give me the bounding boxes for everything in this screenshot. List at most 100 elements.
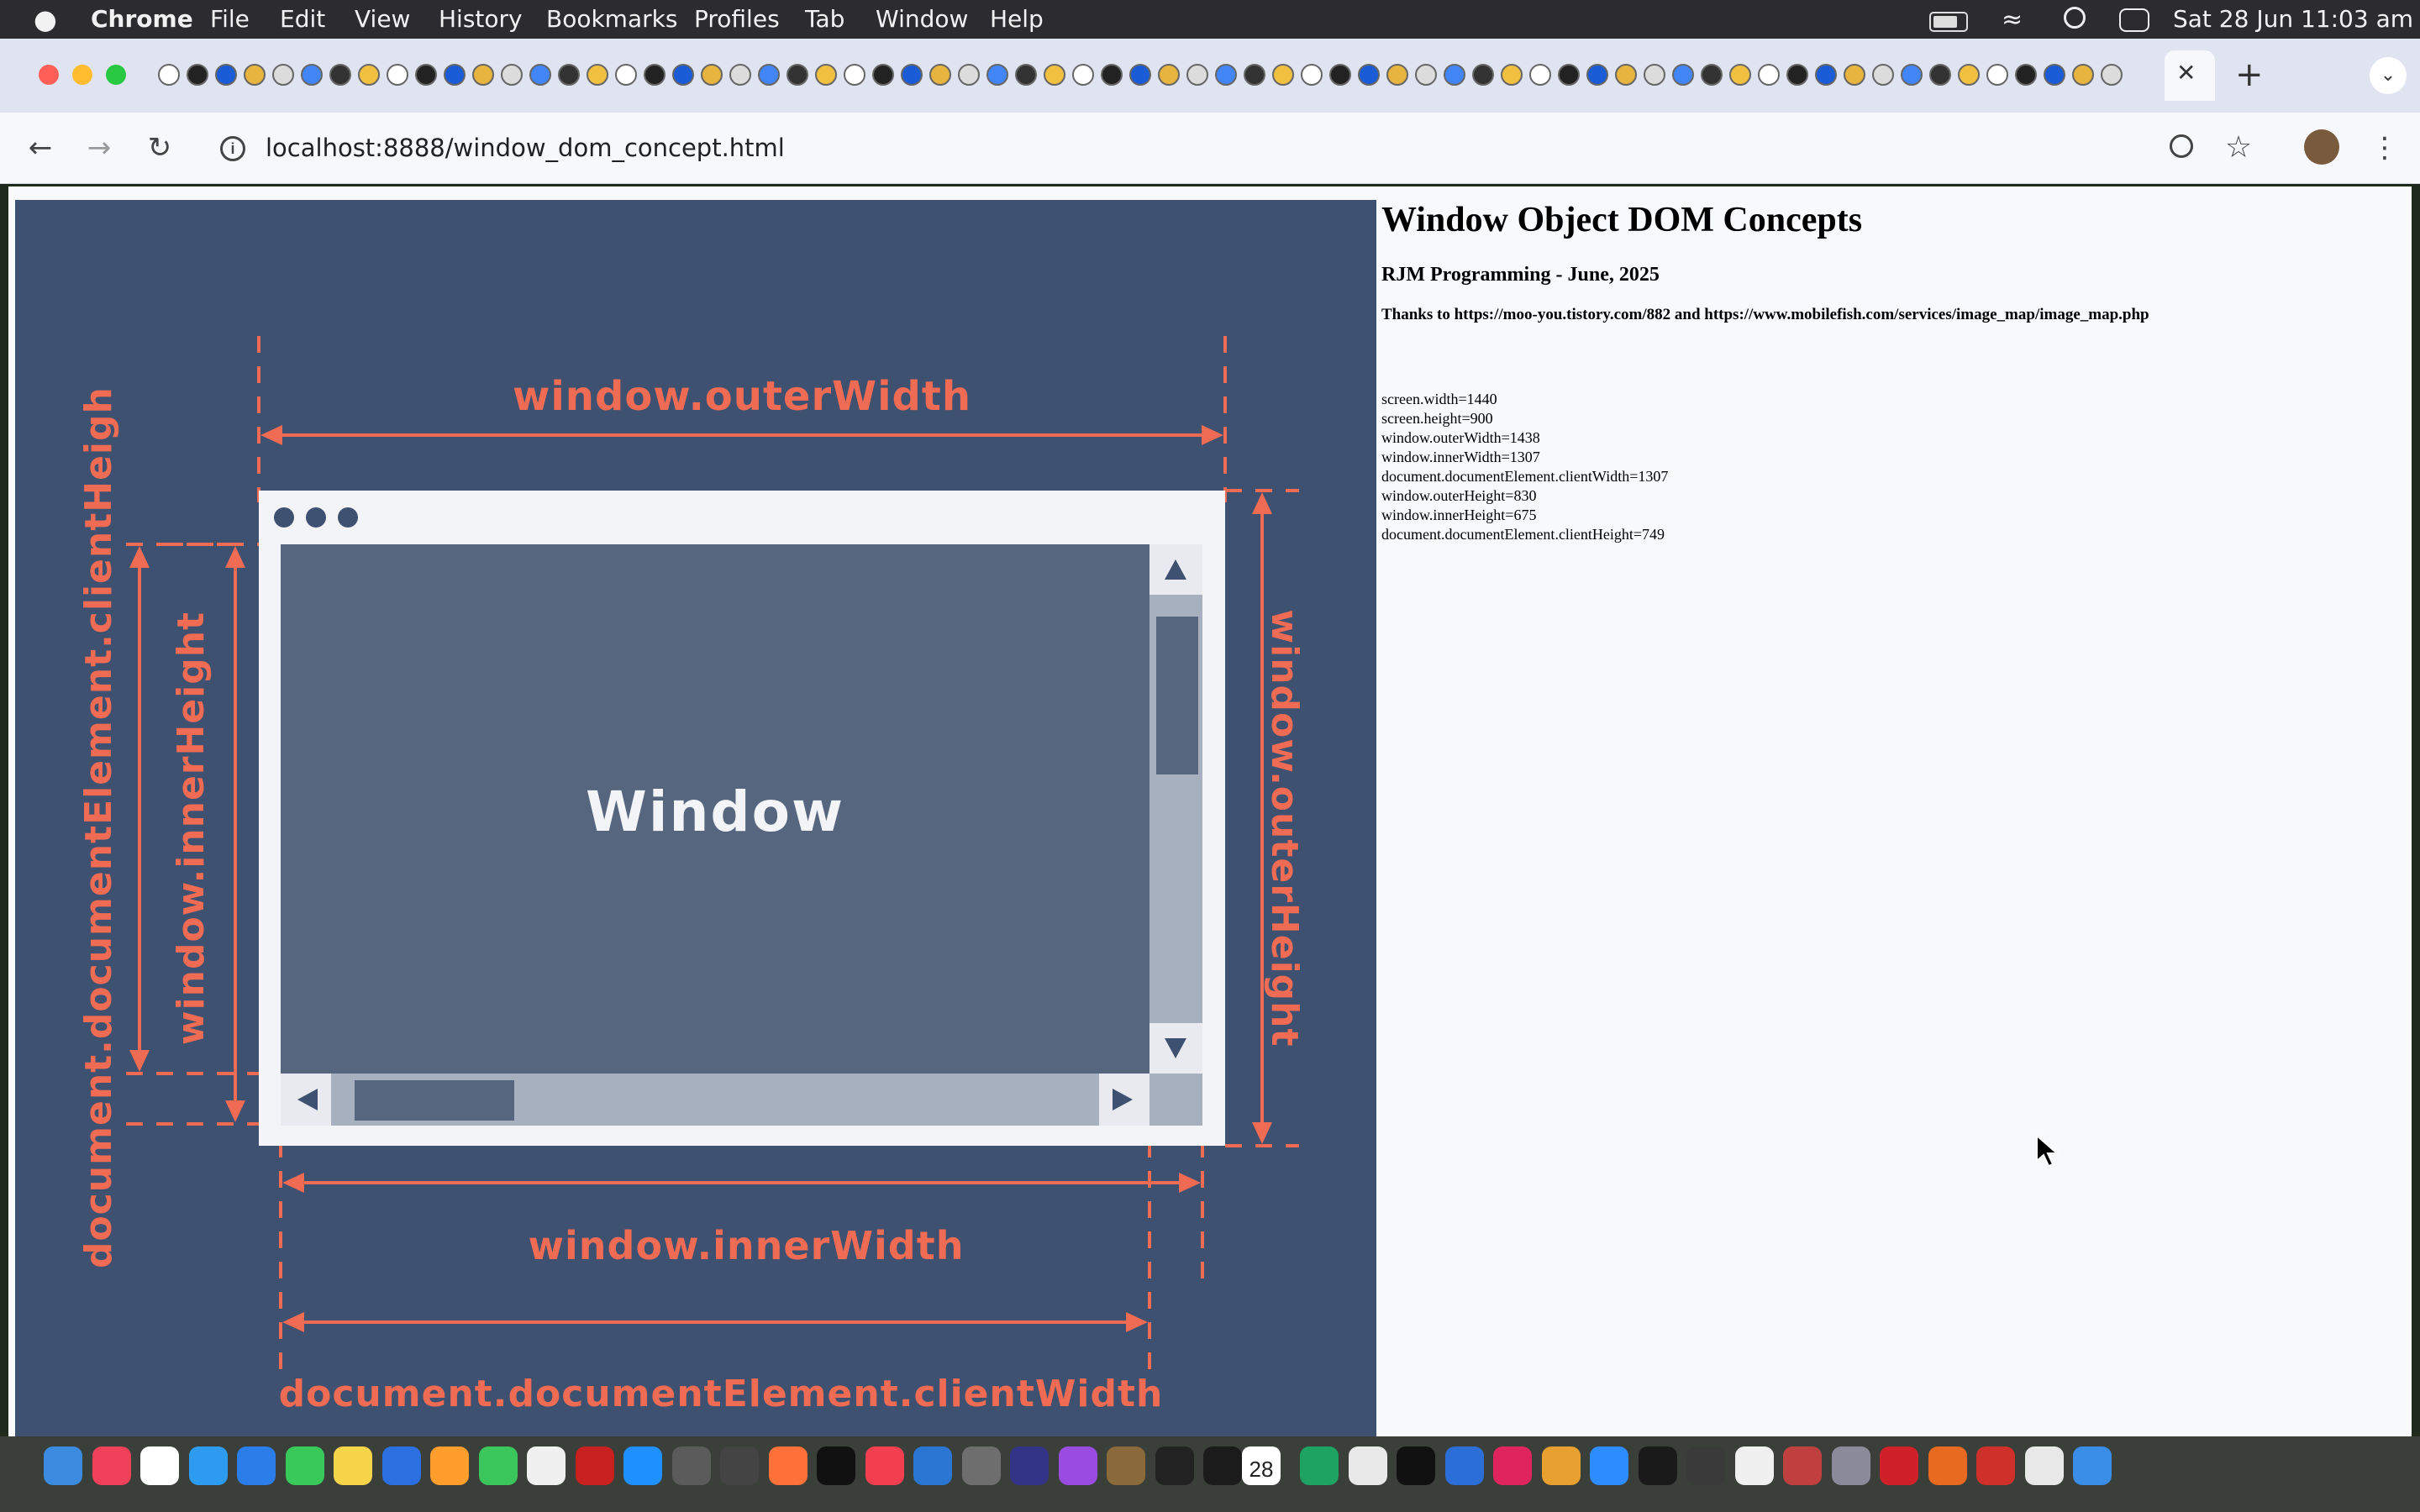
pinned-tab-favicon[interactable] xyxy=(786,64,808,86)
dock-app-icon[interactable] xyxy=(1300,1446,1339,1485)
new-tab-button[interactable]: + xyxy=(2235,55,2264,94)
pinned-tab-favicon[interactable] xyxy=(929,64,951,86)
close-tab-button[interactable]: ✕ xyxy=(2176,59,2196,87)
dock-app-icon[interactable] xyxy=(1107,1446,1145,1485)
pinned-tab-favicon[interactable] xyxy=(301,64,323,86)
dock-app-icon[interactable] xyxy=(1493,1446,1532,1485)
pinned-tab-favicon[interactable] xyxy=(1129,64,1151,86)
pinned-tab-favicon[interactable] xyxy=(672,64,694,86)
dock-app-icon[interactable] xyxy=(478,1446,518,1485)
pinned-tab-favicon[interactable] xyxy=(472,64,494,86)
dock-app-icon[interactable] xyxy=(1203,1446,1242,1485)
dock-app-icon[interactable] xyxy=(1590,1446,1628,1485)
pinned-tab-favicon[interactable] xyxy=(1044,64,1065,86)
back-arrow-icon[interactable]: ← xyxy=(24,131,57,165)
dock-app-icon[interactable] xyxy=(2073,1446,2112,1485)
pinned-tab-favicon[interactable] xyxy=(2101,64,2123,86)
dock-app-icon[interactable] xyxy=(1928,1446,1967,1485)
pinned-tab-favicon[interactable] xyxy=(1844,64,1865,86)
menu-profiles[interactable]: Profiles xyxy=(694,5,780,34)
dock-app-icon[interactable] xyxy=(1397,1446,1435,1485)
pinned-tab-favicon[interactable] xyxy=(615,64,637,86)
pinned-tab-favicon[interactable] xyxy=(587,64,608,86)
forward-arrow-icon[interactable]: → xyxy=(82,131,116,165)
dock-app-icon[interactable] xyxy=(768,1446,808,1485)
more-menu-icon[interactable]: ⋮ xyxy=(2368,131,2402,165)
dock-app-icon[interactable] xyxy=(140,1446,179,1485)
window-dimensions-diagram[interactable]: Window window.outerWidth window.innerWid… xyxy=(15,200,1376,1436)
dock-app-icon[interactable] xyxy=(1880,1446,1918,1485)
dock-app-icon[interactable] xyxy=(237,1446,276,1485)
pinned-tab-favicon[interactable] xyxy=(215,64,237,86)
menu-tab[interactable]: Tab xyxy=(805,5,844,34)
pinned-tab-favicon[interactable] xyxy=(1101,64,1123,86)
pinned-tab-favicon[interactable] xyxy=(1986,64,2008,86)
pinned-tab-favicon[interactable] xyxy=(1958,64,1980,86)
profile-avatar[interactable] xyxy=(2304,129,2339,165)
dock-app-icon[interactable] xyxy=(1541,1446,1581,1485)
pinned-tab-favicon[interactable] xyxy=(1501,64,1523,86)
pinned-tab-favicon[interactable] xyxy=(1215,64,1237,86)
close-window-icon[interactable] xyxy=(39,65,59,85)
pinned-tab-favicon[interactable] xyxy=(729,64,751,86)
menubar-clock[interactable]: Sat 28 Jun 11:03 am xyxy=(2173,5,2413,34)
dock-app-icon[interactable] xyxy=(285,1446,324,1485)
site-info-icon[interactable]: i xyxy=(220,136,245,161)
dock-app-icon[interactable] xyxy=(575,1446,614,1485)
dock-app-icon[interactable] xyxy=(1686,1446,1725,1485)
pinned-tab-favicon[interactable] xyxy=(1815,64,1837,86)
dock-app-icon[interactable] xyxy=(92,1446,131,1485)
dock-app-icon[interactable] xyxy=(623,1446,662,1485)
pinned-tab-favicon[interactable] xyxy=(1644,64,1665,86)
pinned-tab-favicon[interactable] xyxy=(529,64,551,86)
wifi-icon[interactable]: ≈ xyxy=(2002,5,2023,34)
dock-app-icon[interactable] xyxy=(671,1446,711,1485)
pinned-tab-favicon[interactable] xyxy=(844,64,865,86)
dock-app-icon[interactable] xyxy=(1638,1446,1677,1485)
pinned-tab-favicon[interactable] xyxy=(387,64,408,86)
pinned-tab-favicon[interactable] xyxy=(986,64,1008,86)
control-center-icon[interactable] xyxy=(2119,8,2149,32)
pinned-tab-favicon[interactable] xyxy=(644,64,666,86)
pinned-tab-favicon[interactable] xyxy=(1301,64,1323,86)
menu-file[interactable]: File xyxy=(210,5,250,34)
dock-app-icon[interactable] xyxy=(1734,1446,1774,1485)
pinned-tab-favicon[interactable] xyxy=(2072,64,2094,86)
pinned-tab-favicon[interactable] xyxy=(1015,64,1037,86)
pinned-tab-favicon[interactable] xyxy=(1072,64,1094,86)
dock-app-icon[interactable] xyxy=(817,1446,855,1485)
pinned-tab-favicon[interactable] xyxy=(1272,64,1294,86)
address-bar[interactable]: localhost:8888/window_dom_concept.html xyxy=(266,131,785,165)
menu-window[interactable]: Window xyxy=(876,5,968,34)
pinned-tab-favicon[interactable] xyxy=(1729,64,1751,86)
pinned-tab-favicon[interactable] xyxy=(1786,64,1808,86)
reload-icon[interactable]: ↻ xyxy=(143,131,176,165)
apple-icon[interactable]: ● xyxy=(34,5,57,34)
pinned-tab-favicon[interactable] xyxy=(329,64,351,86)
pinned-tab-favicon[interactable] xyxy=(1529,64,1551,86)
pinned-tab-favicon[interactable] xyxy=(2015,64,2037,86)
pinned-tab-favicon[interactable] xyxy=(1758,64,1780,86)
menu-history[interactable]: History xyxy=(439,5,523,34)
pinned-tab-favicon[interactable] xyxy=(1244,64,1265,86)
dock-app-icon[interactable] xyxy=(1348,1446,1387,1485)
pinned-tab-favicon[interactable] xyxy=(872,64,894,86)
pinned-tab-favicon[interactable] xyxy=(815,64,837,86)
pinned-tab-favicon[interactable] xyxy=(1901,64,1923,86)
dock-app-icon[interactable] xyxy=(961,1446,1001,1485)
pinned-tab-favicon[interactable] xyxy=(1586,64,1608,86)
pinned-tab-favicon[interactable] xyxy=(1701,64,1723,86)
pinned-tab-favicon[interactable] xyxy=(444,64,466,86)
pinned-tab-favicon[interactable] xyxy=(758,64,780,86)
dock-app-icon[interactable] xyxy=(2024,1446,2064,1485)
menu-chrome[interactable]: Chrome xyxy=(91,5,193,34)
dock-app-icon[interactable] xyxy=(44,1446,82,1485)
battery-icon[interactable] xyxy=(1929,12,1968,32)
active-tab[interactable]: ✕ xyxy=(2165,50,2215,101)
pinned-tab-favicon[interactable] xyxy=(1472,64,1494,86)
pinned-tab-favicon[interactable] xyxy=(1186,64,1208,86)
pinned-tab-favicon[interactable] xyxy=(1672,64,1694,86)
dock-app-icon[interactable] xyxy=(527,1446,566,1485)
dock-app-icon[interactable] xyxy=(1010,1446,1049,1485)
pinned-tab-favicon[interactable] xyxy=(958,64,980,86)
